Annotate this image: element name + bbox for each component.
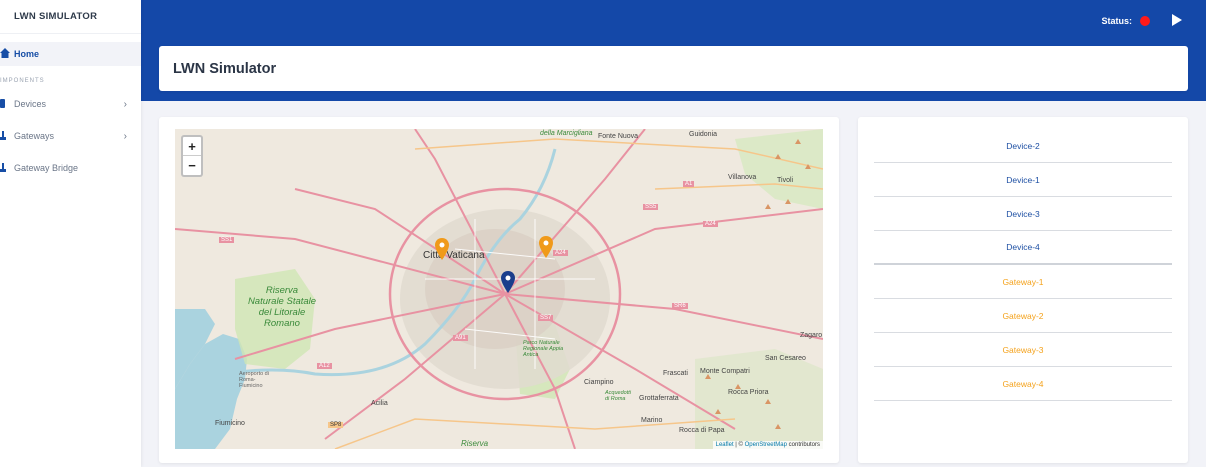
attribution-tail: contributors [786, 442, 820, 448]
map-label: Villanova [728, 174, 757, 181]
map-label: Fiumicino [215, 420, 245, 427]
sidebar-item-label: Devices [14, 99, 47, 109]
entity-list-card: Device-2 Device-1 Device-3 Device-4 Gate… [858, 117, 1188, 463]
brand-title: LWN SIMULATOR [0, 0, 141, 34]
sidebar: LWN SIMULATOR Home IMPONENTS Devices › G… [0, 0, 141, 467]
list-item-device[interactable]: Device-2 [874, 129, 1172, 163]
map-label: Tivoli [777, 177, 794, 184]
sidebar-item-gateway-bridge[interactable]: Gateway Bridge [0, 152, 141, 184]
chevron-right-icon: › [123, 130, 127, 142]
list-item-device[interactable]: Device-4 [874, 231, 1172, 265]
map-label: Fonte Nuova [598, 133, 639, 140]
chevron-right-icon: › [123, 98, 127, 110]
sidebar-item-gateways[interactable]: Gateways › [0, 120, 141, 152]
map-label: Riserva [461, 439, 489, 448]
map-label: Riserva Naturale Statale del Litorale Ro… [247, 285, 317, 329]
page-title: LWN Simulator [173, 60, 277, 77]
sidebar-item-home[interactable]: Home [0, 42, 141, 66]
home-icon [0, 47, 10, 61]
road-shield: A24 [553, 250, 568, 256]
leaflet-link[interactable]: Leaflet [716, 442, 734, 448]
zoom-in-button[interactable]: + [183, 137, 201, 156]
map-label: Aeroporto di Roma-Fiumicino [239, 371, 269, 389]
road-shield: SS7 [538, 315, 554, 321]
osm-link[interactable]: OpenStreetMap [745, 442, 787, 448]
road-shield: SS5 [643, 204, 659, 210]
map-label: Zagaro [800, 332, 823, 339]
list-item-gateway[interactable]: Gateway-3 [874, 333, 1172, 367]
page-title-card: LWN Simulator [159, 46, 1188, 91]
gateway-icon [0, 130, 6, 142]
zoom-control: + − [181, 135, 203, 177]
map-label: Rocca di Papa [679, 427, 725, 434]
map-label: Monte Compatri [700, 368, 750, 375]
sidebar-item-devices[interactable]: Devices › [0, 88, 141, 120]
list-item-gateway[interactable]: Gateway-1 [874, 265, 1172, 299]
list-item-device[interactable]: Device-3 [874, 197, 1172, 231]
road-shield: A91 [453, 335, 468, 341]
map-label: Marino [641, 417, 663, 424]
map-card: + − Città Vaticana Riserva Naturale Stat… [159, 117, 839, 463]
list-item-device[interactable]: Device-1 [874, 163, 1172, 197]
road-shield: SR6 [672, 303, 688, 309]
entity-list: Device-2 Device-1 Device-3 Device-4 Gate… [874, 129, 1172, 401]
status-indicator: Status: [1101, 16, 1150, 26]
sidebar-section-header: IMPONENTS [0, 78, 45, 84]
map-label: Guidonia [689, 131, 718, 138]
sidebar-item-label: Home [14, 49, 40, 59]
map-label: Acilia [371, 400, 388, 407]
bridge-icon [0, 162, 6, 174]
map-label: Acquedotti di Roma [605, 390, 631, 402]
road-shield: SP8 [328, 422, 344, 428]
map-label: San Cesareo [765, 355, 806, 362]
list-item-gateway[interactable]: Gateway-4 [874, 367, 1172, 401]
gateway-marker[interactable] [539, 236, 553, 258]
road-shield: SS1 [219, 237, 235, 243]
map-attribution: Leaflet | © OpenStreetMap contributors [712, 441, 823, 449]
zoom-out-button[interactable]: − [183, 156, 201, 175]
map-label: Rocca Priora [728, 389, 769, 396]
play-icon[interactable] [1172, 14, 1182, 26]
road-shield: A12 [317, 363, 332, 369]
status-label: Status: [1101, 16, 1132, 26]
map-label: Città Vaticana [423, 250, 485, 261]
road-shield: A24 [703, 221, 718, 227]
attribution-sep: | © [733, 442, 745, 448]
map-label: della Marcigliana [540, 130, 593, 137]
sidebar-item-label: Gateway Bridge [14, 163, 79, 173]
gateway-marker[interactable] [435, 238, 449, 260]
map-label: Grottaferrata [639, 395, 679, 402]
device-marker[interactable] [501, 271, 515, 293]
status-dot-icon [1140, 16, 1150, 26]
map-view[interactable]: + − Città Vaticana Riserva Naturale Stat… [175, 129, 823, 449]
device-icon [0, 98, 6, 110]
sidebar-item-label: Gateways [14, 131, 55, 141]
map-label: Parco Naturale Regionale Appia Antica [523, 340, 564, 358]
road-shield: A1 [683, 181, 695, 187]
map-label: Ciampino [584, 379, 614, 386]
list-item-gateway[interactable]: Gateway-2 [874, 299, 1172, 333]
map-label: Frascati [663, 370, 688, 377]
